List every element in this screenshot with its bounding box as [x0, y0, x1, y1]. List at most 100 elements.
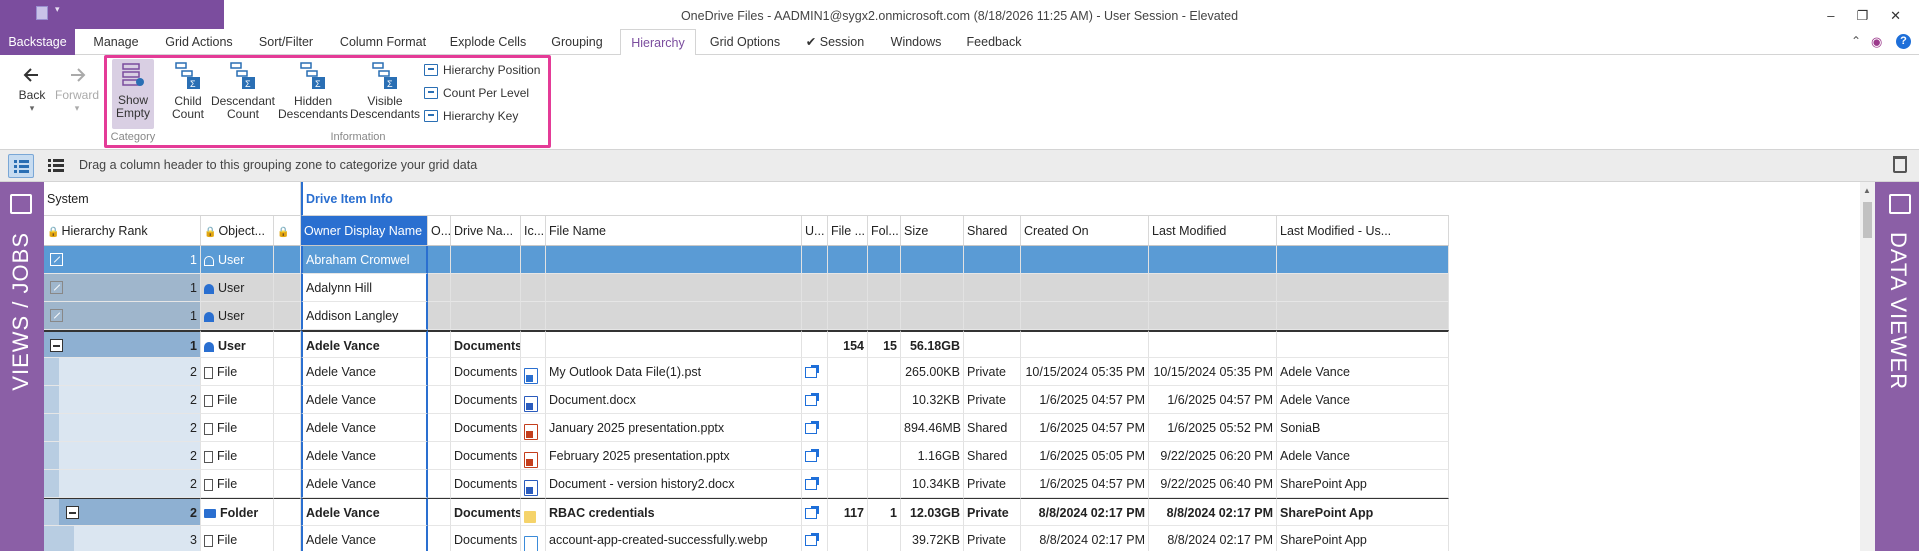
- cell-u[interactable]: [802, 246, 828, 274]
- cell-owner[interactable]: Adele Vance: [301, 330, 428, 358]
- cell-filename[interactable]: [546, 246, 802, 274]
- cell-drive[interactable]: [451, 274, 521, 302]
- cell-owner[interactable]: Adele Vance: [301, 386, 428, 414]
- tab-windows[interactable]: Windows: [880, 29, 952, 55]
- cell-owner[interactable]: Adele Vance: [301, 526, 428, 551]
- back-button[interactable]: Back ▾: [14, 65, 50, 115]
- cell-drive[interactable]: Documents: [451, 386, 521, 414]
- cell-created[interactable]: 1/6/2025 04:57 PM: [1021, 414, 1149, 442]
- cell-o[interactable]: [428, 386, 451, 414]
- cell-drive[interactable]: Documents: [451, 526, 521, 551]
- cell-shared[interactable]: Shared: [964, 442, 1021, 470]
- tab-column-format[interactable]: Column Format: [332, 29, 434, 55]
- header-u[interactable]: U...: [802, 216, 828, 246]
- cell-shared[interactable]: [964, 302, 1021, 330]
- cell-lk[interactable]: [274, 498, 301, 526]
- cell-folcount[interactable]: [868, 246, 901, 274]
- cell-o[interactable]: [428, 358, 451, 386]
- cell-object[interactable]: File: [201, 442, 274, 470]
- cell-filename[interactable]: [546, 274, 802, 302]
- cell-filecount[interactable]: [828, 358, 868, 386]
- cell-modifiedby[interactable]: [1277, 246, 1449, 274]
- cell-u[interactable]: [802, 526, 828, 551]
- cell-shared[interactable]: Shared: [964, 414, 1021, 442]
- cell-filename[interactable]: January 2025 presentation.pptx: [546, 414, 802, 442]
- cell-size[interactable]: 12.03GB: [901, 498, 964, 526]
- cell-modified[interactable]: 8/8/2024 02:17 PM: [1149, 498, 1277, 526]
- cell-folcount[interactable]: [868, 526, 901, 551]
- table-row[interactable]: 1 User Adalynn Hill: [44, 274, 1449, 302]
- list-view-icon[interactable]: [44, 154, 70, 178]
- cell-created[interactable]: [1021, 246, 1149, 274]
- cell-filename[interactable]: Document.docx: [546, 386, 802, 414]
- table-row[interactable]: 1 User Abraham Cromwel: [44, 246, 1449, 274]
- tab-session[interactable]: ✔ Session: [800, 29, 870, 55]
- cell-modifiedby[interactable]: SoniaB: [1277, 414, 1449, 442]
- cell-folcount[interactable]: 15: [868, 330, 901, 358]
- trash-icon[interactable]: [1893, 156, 1907, 173]
- cell-filecount[interactable]: 117: [828, 498, 868, 526]
- cell-ic[interactable]: [521, 246, 546, 274]
- cell-size[interactable]: 56.18GB: [901, 330, 964, 358]
- cell-object[interactable]: File: [201, 470, 274, 498]
- cell-size[interactable]: 39.72KB: [901, 526, 964, 551]
- row-checkbox-icon[interactable]: [50, 309, 63, 322]
- cell-modifiedby[interactable]: Adele Vance: [1277, 442, 1449, 470]
- eye-icon[interactable]: ◉: [1871, 34, 1886, 49]
- cell-modifiedby[interactable]: [1277, 330, 1449, 358]
- table-row[interactable]: 2 File Adele Vance Documents January 2025 pr…: [44, 414, 1449, 442]
- cell-shared[interactable]: [964, 274, 1021, 302]
- cell-o[interactable]: [428, 302, 451, 330]
- cell-created[interactable]: 1/6/2025 04:57 PM: [1021, 470, 1149, 498]
- tab-explode-cells[interactable]: Explode Cells: [440, 29, 536, 55]
- cell-size[interactable]: [901, 302, 964, 330]
- cell-ic[interactable]: [521, 526, 546, 551]
- cell-ic[interactable]: [521, 414, 546, 442]
- cell-folcount[interactable]: [868, 302, 901, 330]
- cell-rank[interactable]: 2: [44, 470, 201, 498]
- cell-modified[interactable]: 9/22/2025 06:20 PM: [1149, 442, 1277, 470]
- cell-size[interactable]: 10.34KB: [901, 470, 964, 498]
- tab-grid-actions[interactable]: Grid Actions: [156, 29, 242, 55]
- data-viewer-panel[interactable]: DATA VIEWER: [1875, 182, 1919, 551]
- table-row[interactable]: 2 Folder Adele Vance Documents RBAC credenti…: [44, 498, 1449, 526]
- header-object[interactable]: 🔒 Object...: [201, 216, 274, 246]
- tab-backstage[interactable]: Backstage: [0, 29, 75, 55]
- collapse-toggle-icon[interactable]: [66, 506, 79, 519]
- cell-lk[interactable]: [274, 386, 301, 414]
- cell-o[interactable]: [428, 526, 451, 551]
- scroll-up-icon[interactable]: ▲: [1863, 186, 1871, 195]
- cell-modifiedby[interactable]: Adele Vance: [1277, 358, 1449, 386]
- cell-owner[interactable]: Adele Vance: [301, 414, 428, 442]
- cell-lk[interactable]: [274, 442, 301, 470]
- cell-ic[interactable]: [521, 330, 546, 358]
- cell-modifiedby[interactable]: SharePoint App: [1277, 498, 1449, 526]
- cell-filecount[interactable]: 154: [828, 330, 868, 358]
- cell-shared[interactable]: Private: [964, 470, 1021, 498]
- cell-folcount[interactable]: [868, 274, 901, 302]
- cell-drive[interactable]: Documents: [451, 414, 521, 442]
- cell-modifiedby[interactable]: [1277, 302, 1449, 330]
- cell-filecount[interactable]: [828, 442, 868, 470]
- cell-folcount[interactable]: [868, 470, 901, 498]
- back-dropdown-icon[interactable]: ▾: [14, 102, 50, 115]
- cell-drive[interactable]: Documents: [451, 470, 521, 498]
- cell-owner[interactable]: Adele Vance: [301, 498, 428, 526]
- cell-ic[interactable]: [521, 386, 546, 414]
- cell-rank[interactable]: 2: [44, 414, 201, 442]
- cell-size[interactable]: 1.16GB: [901, 442, 964, 470]
- cell-o[interactable]: [428, 330, 451, 358]
- tab-feedback[interactable]: Feedback: [960, 29, 1028, 55]
- collapse-ribbon-icon[interactable]: ⌃: [1851, 34, 1861, 49]
- cell-rank[interactable]: 1: [44, 302, 201, 330]
- cell-filecount[interactable]: [828, 274, 868, 302]
- table-row[interactable]: 2 File Adele Vance Documents Document - vers…: [44, 470, 1449, 498]
- minimize-button[interactable]: –: [1827, 8, 1834, 24]
- table-row[interactable]: 2 File Adele Vance Documents Document.docx 10…: [44, 386, 1449, 414]
- cell-o[interactable]: [428, 498, 451, 526]
- cell-drive[interactable]: [451, 302, 521, 330]
- cell-ic[interactable]: [521, 498, 546, 526]
- cell-drive[interactable]: Documents: [451, 498, 521, 526]
- tab-grid-options[interactable]: Grid Options: [702, 29, 788, 55]
- cell-filename[interactable]: Document - version history2.docx: [546, 470, 802, 498]
